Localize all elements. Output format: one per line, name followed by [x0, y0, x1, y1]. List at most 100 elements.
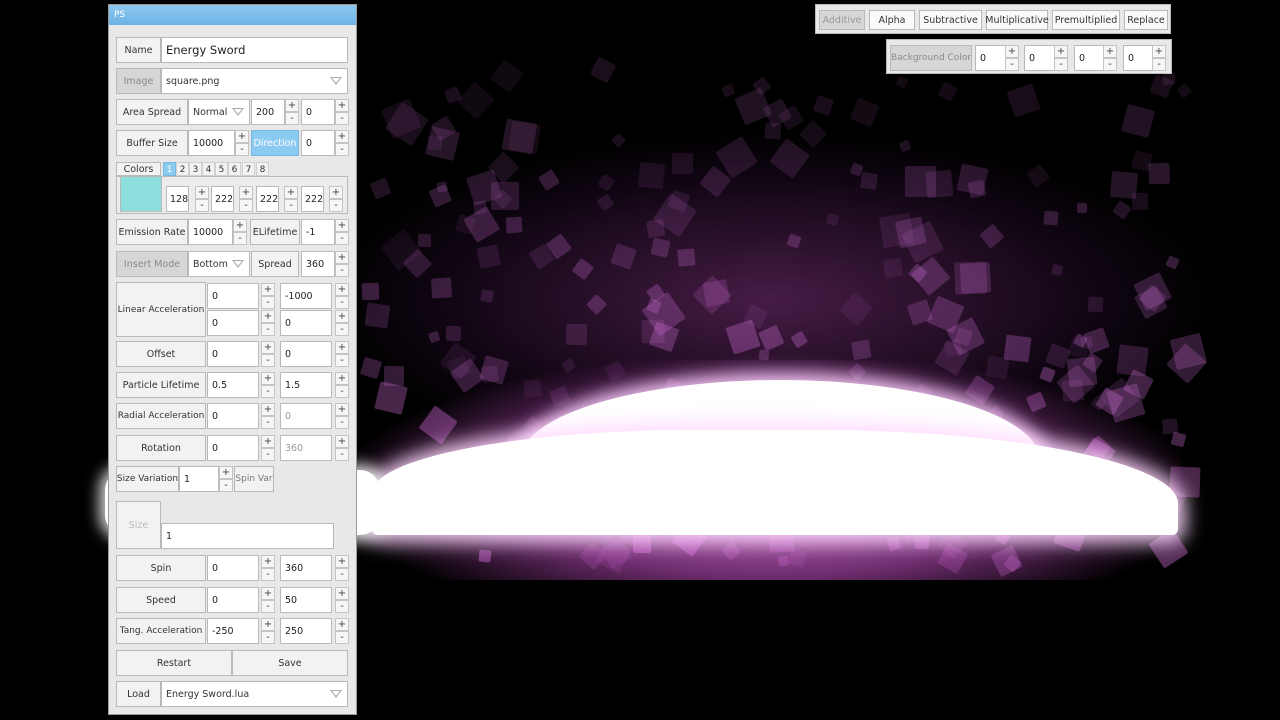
blend-replace-button[interactable]: Replace — [1124, 10, 1168, 30]
color-tab-1[interactable]: 1 — [163, 162, 176, 176]
direction-input[interactable]: 0 — [301, 130, 335, 156]
color-tab-6[interactable]: 6 — [228, 162, 241, 176]
plus-button[interactable]: + — [285, 99, 299, 112]
minus-button[interactable]: - — [261, 385, 275, 398]
radial-accel-min-input[interactable]: 0 — [207, 403, 259, 429]
linear-accel-ymax-input[interactable]: 0 — [280, 310, 332, 336]
plus-button[interactable]: + — [239, 186, 253, 199]
minus-button[interactable]: - — [335, 296, 349, 309]
minus-button[interactable]: - — [1103, 58, 1117, 71]
color-a-input[interactable]: 222 — [301, 186, 324, 212]
rotation-min-input[interactable]: 0 — [207, 435, 259, 461]
tang-accel-min-input[interactable]: -250 — [207, 618, 259, 644]
particle-lifetime-max-input[interactable]: 1.5 — [280, 372, 332, 398]
plus-button[interactable]: + — [1152, 45, 1166, 58]
tang-accel-max-input[interactable]: 250 — [280, 618, 332, 644]
insert-mode-dropdown[interactable]: Bottom — [188, 251, 250, 277]
linear-accel-ymin-input[interactable]: -1000 — [280, 283, 332, 309]
spin-max-input[interactable]: 360 — [280, 555, 332, 581]
minus-button[interactable]: - — [261, 354, 275, 367]
plus-button[interactable]: + — [1103, 45, 1117, 58]
load-button[interactable]: Load — [116, 681, 161, 707]
plus-button[interactable]: + — [335, 555, 349, 568]
minus-button[interactable]: - — [335, 143, 349, 156]
minus-button[interactable]: - — [335, 354, 349, 367]
color-tab-5[interactable]: 5 — [215, 162, 228, 176]
plus-button[interactable]: + — [329, 186, 343, 199]
minus-button[interactable]: - — [219, 479, 233, 492]
minus-button[interactable]: - — [335, 232, 349, 245]
minus-button[interactable]: - — [329, 199, 343, 212]
area-spread-mode-dropdown[interactable]: Normal — [188, 99, 250, 125]
emission-rate-input[interactable]: 10000 — [188, 219, 233, 245]
linear-accel-xmin-input[interactable]: 0 — [207, 283, 259, 309]
minus-button[interactable]: - — [335, 323, 349, 336]
minus-button[interactable]: - — [1054, 58, 1068, 71]
save-button[interactable]: Save — [232, 650, 348, 676]
plus-button[interactable]: + — [335, 403, 349, 416]
color-tab-8[interactable]: 8 — [256, 162, 269, 176]
bg-r-input[interactable]: 0 — [975, 45, 1008, 71]
minus-button[interactable]: - — [239, 199, 253, 212]
plus-button[interactable]: + — [233, 219, 247, 232]
color-b-input[interactable]: 222 — [256, 186, 279, 212]
minus-button[interactable]: - — [261, 448, 275, 461]
name-input[interactable]: Energy Sword — [161, 37, 348, 63]
plus-button[interactable]: + — [1005, 45, 1019, 58]
spread-input[interactable]: 360 — [301, 251, 335, 277]
plus-button[interactable]: + — [235, 130, 249, 143]
area-spread-x-input[interactable]: 200 — [251, 99, 285, 125]
minus-button[interactable]: - — [261, 631, 275, 644]
plus-button[interactable]: + — [261, 310, 275, 323]
speed-max-input[interactable]: 50 — [280, 587, 332, 613]
plus-button[interactable]: + — [335, 283, 349, 296]
minus-button[interactable]: - — [233, 232, 247, 245]
minus-button[interactable]: - — [261, 568, 275, 581]
blend-additive-button[interactable]: Additive — [819, 10, 865, 30]
plus-button[interactable]: + — [261, 618, 275, 631]
elifetime-input[interactable]: -1 — [301, 219, 335, 245]
size-variation-input[interactable]: 1 — [179, 466, 219, 492]
offset-y-input[interactable]: 0 — [280, 341, 332, 367]
size-input[interactable]: 1 — [161, 523, 334, 549]
plus-button[interactable]: + — [261, 341, 275, 354]
color-tab-4[interactable]: 4 — [202, 162, 215, 176]
blend-multiplicative-button[interactable]: Multiplicative — [985, 10, 1049, 30]
plus-button[interactable]: + — [261, 403, 275, 416]
plus-button[interactable]: + — [1054, 45, 1068, 58]
color-tab-2[interactable]: 2 — [176, 162, 189, 176]
rotation-max-input[interactable]: 360 — [280, 435, 332, 461]
plus-button[interactable]: + — [219, 466, 233, 479]
color-r-input[interactable]: 128 — [166, 186, 189, 212]
particle-lifetime-min-input[interactable]: 0.5 — [207, 372, 259, 398]
minus-button[interactable]: - — [335, 568, 349, 581]
image-dropdown[interactable]: square.png — [161, 68, 348, 94]
minus-button[interactable]: - — [195, 199, 209, 212]
color-tab-3[interactable]: 3 — [189, 162, 202, 176]
plus-button[interactable]: + — [195, 186, 209, 199]
offset-x-input[interactable]: 0 — [207, 341, 259, 367]
minus-button[interactable]: - — [285, 112, 299, 125]
minus-button[interactable]: - — [335, 448, 349, 461]
color-swatch[interactable] — [120, 176, 162, 212]
plus-button[interactable]: + — [261, 435, 275, 448]
minus-button[interactable]: - — [284, 199, 298, 212]
plus-button[interactable]: + — [261, 587, 275, 600]
plus-button[interactable]: + — [335, 219, 349, 232]
plus-button[interactable]: + — [335, 99, 349, 112]
minus-button[interactable]: - — [261, 323, 275, 336]
minus-button[interactable]: - — [335, 112, 349, 125]
blend-alpha-button[interactable]: Alpha — [869, 10, 915, 30]
plus-button[interactable]: + — [335, 618, 349, 631]
minus-button[interactable]: - — [335, 385, 349, 398]
blend-subtractive-button[interactable]: Subtractive — [919, 10, 982, 30]
load-dropdown[interactable]: Energy Sword.lua — [161, 681, 348, 707]
linear-accel-xmax-input[interactable]: 0 — [207, 310, 259, 336]
plus-button[interactable]: + — [335, 372, 349, 385]
color-tab-7[interactable]: 7 — [242, 162, 255, 176]
bg-g-input[interactable]: 0 — [1024, 45, 1057, 71]
plus-button[interactable]: + — [261, 283, 275, 296]
minus-button[interactable]: - — [1152, 58, 1166, 71]
plus-button[interactable]: + — [284, 186, 298, 199]
minus-button[interactable]: - — [335, 416, 349, 429]
